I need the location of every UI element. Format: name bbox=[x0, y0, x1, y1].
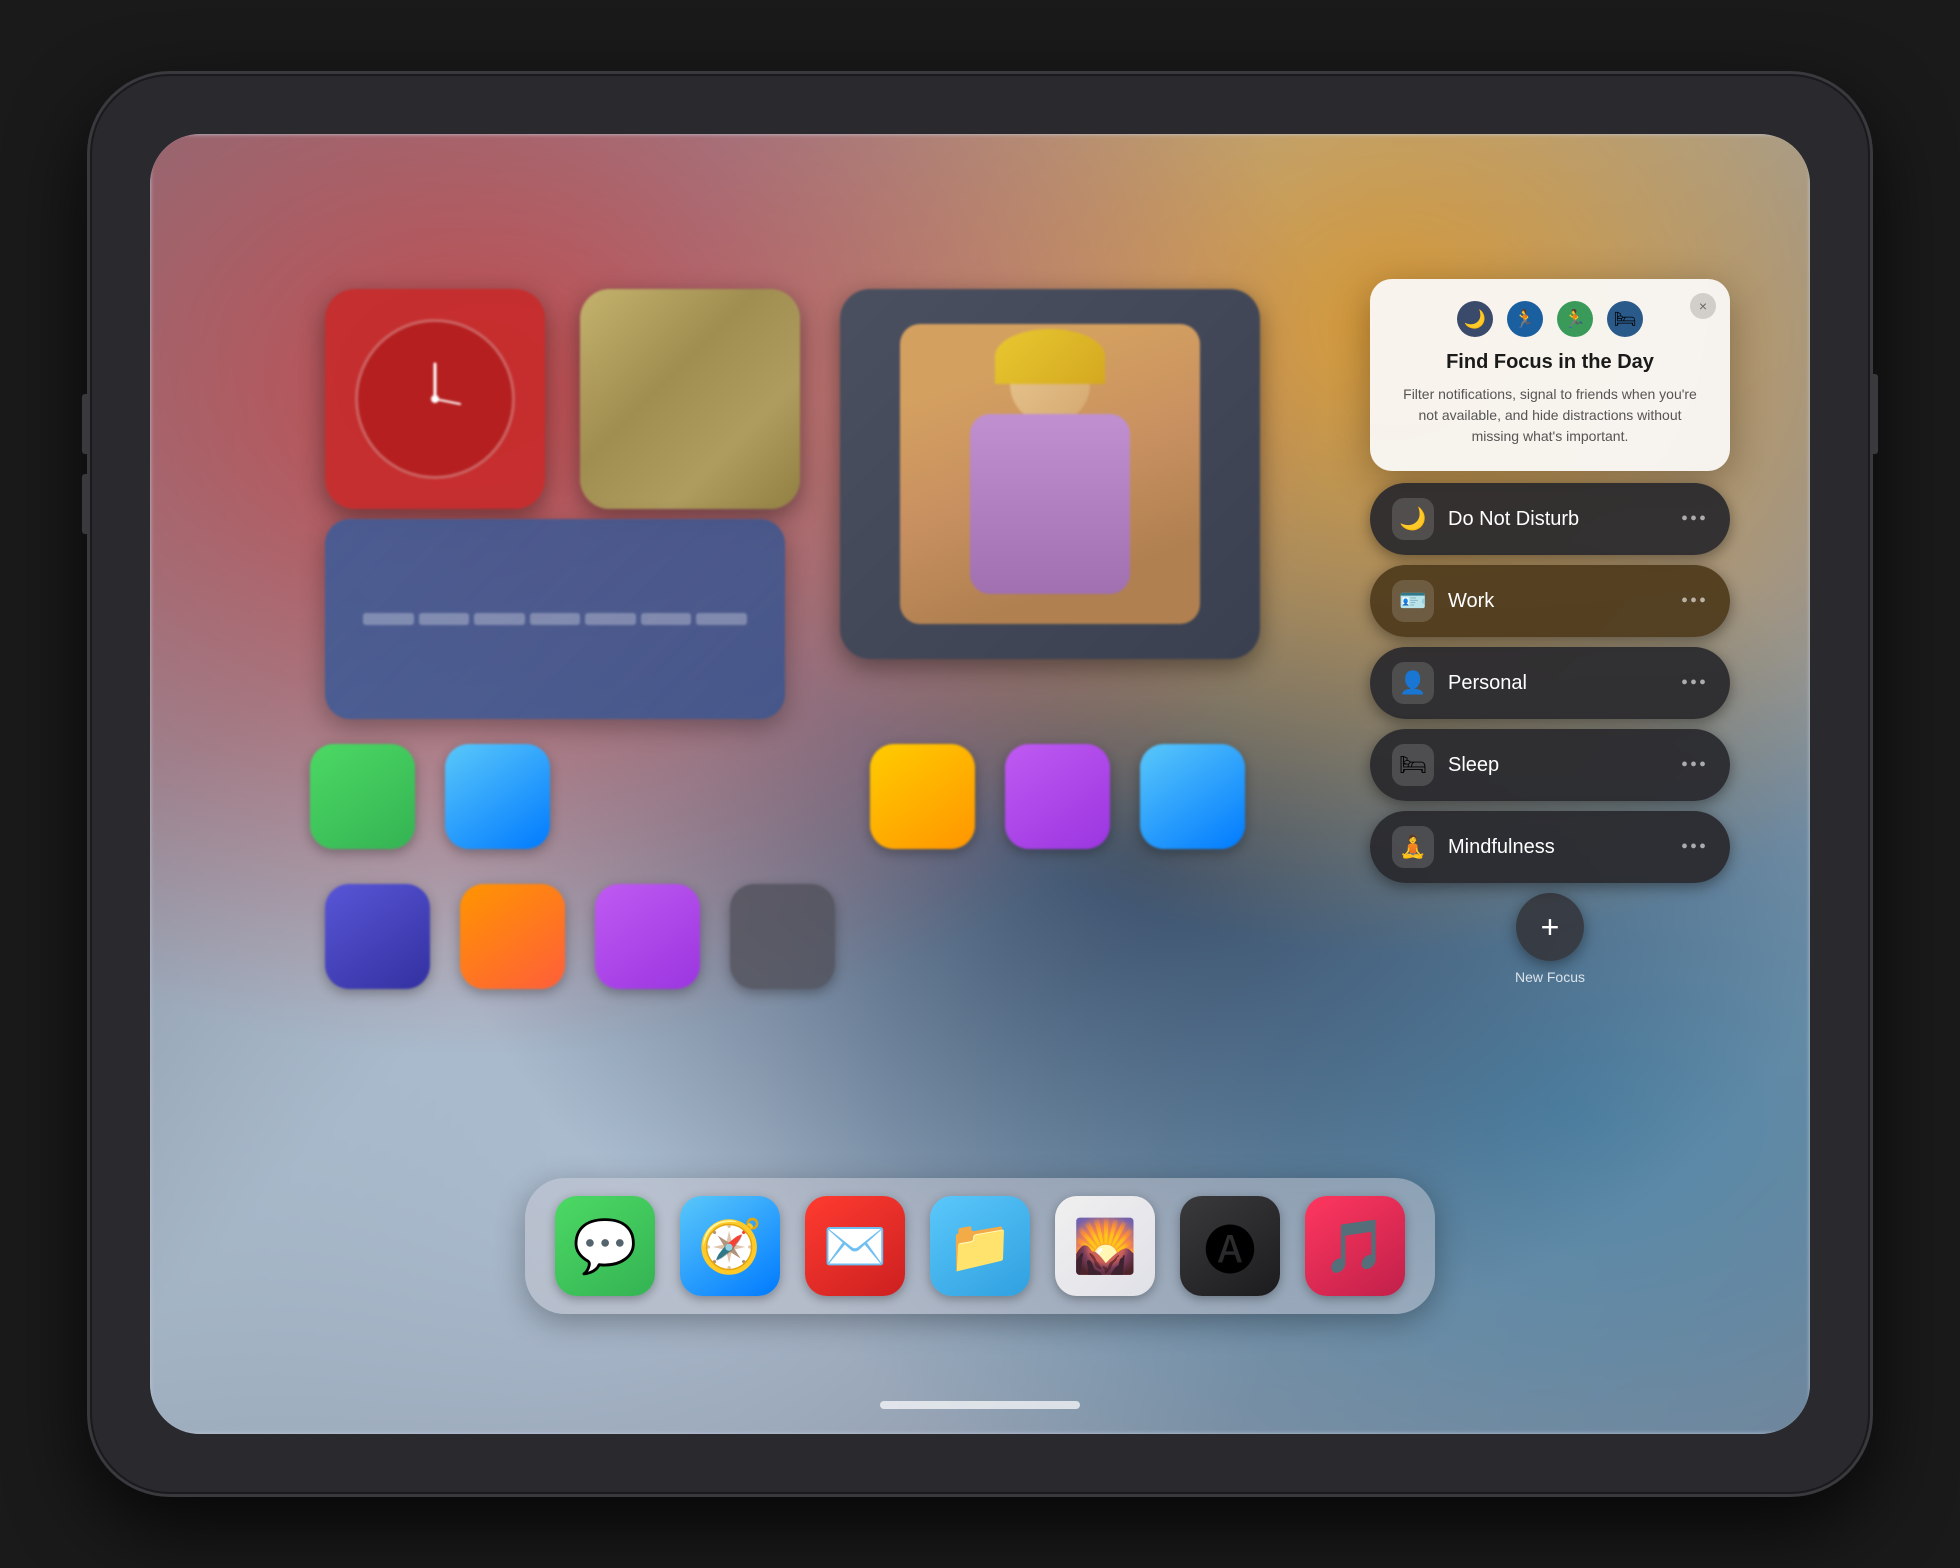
safari-icon[interactable] bbox=[445, 744, 550, 849]
work-icon: 🪪 bbox=[1392, 580, 1434, 622]
focus-mode-icons: 🌙 🏃 🏃 🛏 bbox=[1394, 301, 1706, 337]
icon-blue2[interactable] bbox=[1140, 744, 1245, 849]
personal-dots[interactable]: ••• bbox=[1681, 672, 1708, 695]
calendar-widget[interactable] bbox=[325, 519, 785, 719]
sleep-dots[interactable]: ••• bbox=[1681, 754, 1708, 777]
sleep-label: Sleep bbox=[1448, 754, 1681, 777]
dock-files-icon[interactable]: 📁 bbox=[930, 1196, 1030, 1296]
new-focus-label: New Focus bbox=[1515, 969, 1585, 985]
icon-yellow[interactable] bbox=[870, 744, 975, 849]
focus-info-title: Find Focus in the Day bbox=[1394, 351, 1706, 374]
work-item[interactable]: 🪪 Work ••• bbox=[1370, 565, 1730, 637]
new-focus-container: + New Focus bbox=[1370, 893, 1730, 985]
personal-item[interactable]: 👤 Personal ••• bbox=[1370, 647, 1730, 719]
do-not-disturb-icon: 🌙 bbox=[1392, 498, 1434, 540]
do-not-disturb-dots[interactable]: ••• bbox=[1681, 508, 1708, 531]
mindfulness-dots[interactable]: ••• bbox=[1681, 836, 1708, 859]
moon-icon: 🌙 bbox=[1457, 301, 1493, 337]
work-label: Work bbox=[1448, 590, 1681, 613]
app-icons-row-1 bbox=[310, 744, 550, 849]
power-button[interactable] bbox=[1870, 374, 1878, 454]
clock-widget[interactable] bbox=[325, 289, 545, 509]
close-button[interactable]: × bbox=[1690, 293, 1716, 319]
dock-messages-icon[interactable]: 💬 bbox=[555, 1196, 655, 1296]
dock-safari-icon[interactable]: 🧭 bbox=[680, 1196, 780, 1296]
tablet-frame: 💬 🧭 ✉️ 📁 🌄 🅐 🎵 bbox=[90, 74, 1870, 1494]
app-icons-row-2 bbox=[325, 884, 835, 989]
focus-info-card: 🌙 🏃 🏃 🛏 × Find Focus in the Day Filter n… bbox=[1370, 279, 1730, 471]
mindfulness-icon: 🧘 bbox=[1392, 826, 1434, 868]
icon-orange[interactable] bbox=[460, 884, 565, 989]
tablet-screen: 💬 🧭 ✉️ 📁 🌄 🅐 🎵 bbox=[150, 134, 1810, 1434]
personal-label: Personal bbox=[1448, 672, 1681, 695]
icon-dark[interactable] bbox=[730, 884, 835, 989]
mindfulness-label: Mindfulness bbox=[1448, 836, 1681, 859]
volume-down-button[interactable] bbox=[82, 474, 90, 534]
personal-icon: 👤 bbox=[1392, 662, 1434, 704]
dock-photos-icon[interactable]: 🌄 bbox=[1055, 1196, 1155, 1296]
dock: 💬 🧭 ✉️ 📁 🌄 🅐 🎵 bbox=[525, 1178, 1435, 1314]
work-card-icon: 🏃 bbox=[1507, 301, 1543, 337]
bed-icon: 🛏 bbox=[1607, 301, 1643, 337]
maps-widget[interactable] bbox=[580, 289, 800, 509]
photo-widget[interactable] bbox=[840, 289, 1260, 659]
icon-indigo[interactable] bbox=[325, 884, 430, 989]
icon-purple2[interactable] bbox=[595, 884, 700, 989]
dock-mail-icon[interactable]: ✉️ bbox=[805, 1196, 905, 1296]
sleep-item[interactable]: 🛏 Sleep ••• bbox=[1370, 729, 1730, 801]
do-not-disturb-label: Do Not Disturb bbox=[1448, 508, 1681, 531]
messages-icon[interactable] bbox=[310, 744, 415, 849]
do-not-disturb-item[interactable]: 🌙 Do Not Disturb ••• bbox=[1370, 483, 1730, 555]
volume-up-button[interactable] bbox=[82, 394, 90, 454]
dock-music-icon[interactable]: 🎵 bbox=[1305, 1196, 1405, 1296]
run-icon: 🏃 bbox=[1557, 301, 1593, 337]
home-indicator bbox=[880, 1401, 1080, 1409]
clock-face bbox=[355, 319, 515, 479]
focus-panel: 🌙 🏃 🏃 🛏 × Find Focus in the Day Filter n… bbox=[1370, 279, 1730, 985]
mindfulness-item[interactable]: 🧘 Mindfulness ••• bbox=[1370, 811, 1730, 883]
person-photo bbox=[900, 324, 1200, 624]
focus-info-description: Filter notifications, signal to friends … bbox=[1394, 384, 1706, 447]
icon-purple[interactable] bbox=[1005, 744, 1110, 849]
app-icons-row-3 bbox=[870, 744, 1245, 849]
work-dots[interactable]: ••• bbox=[1681, 590, 1708, 613]
sleep-icon: 🛏 bbox=[1392, 744, 1434, 786]
dock-appstore-icon[interactable]: 🅐 bbox=[1180, 1196, 1280, 1296]
new-focus-button[interactable]: + bbox=[1516, 893, 1584, 961]
